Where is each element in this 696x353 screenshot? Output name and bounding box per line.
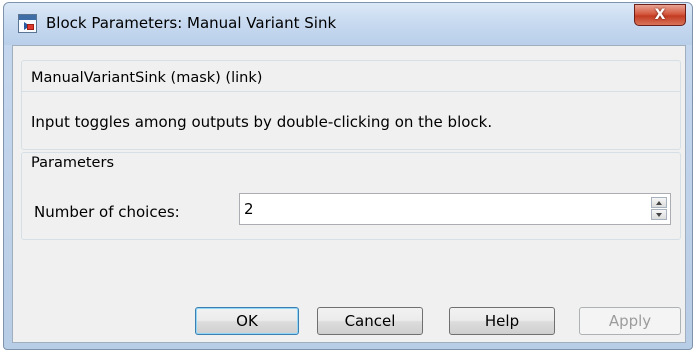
close-button[interactable]: X: [634, 4, 686, 26]
ok-button[interactable]: OK: [195, 307, 299, 335]
spin-down-button[interactable]: [651, 209, 667, 220]
mask-description-group: ManualVariantSink (mask) (link) Input to…: [21, 60, 681, 150]
help-button[interactable]: Help: [449, 307, 555, 335]
number-of-choices-spinner[interactable]: [651, 197, 667, 221]
apply-button[interactable]: Apply: [579, 307, 681, 335]
number-of-choices-input[interactable]: [244, 199, 624, 219]
title-bar[interactable]: Block Parameters: Manual Variant Sink X: [4, 3, 692, 45]
parameters-group: Parameters Number of choices:: [21, 152, 681, 240]
mask-description: Input toggles among outputs by double-cl…: [31, 113, 493, 131]
block-parameters-dialog: Block Parameters: Manual Variant Sink X …: [3, 2, 693, 350]
number-of-choices-label: Number of choices:: [34, 203, 180, 221]
close-icon: X: [654, 7, 666, 23]
window-title: Block Parameters: Manual Variant Sink: [46, 14, 337, 32]
simulink-block-icon: [18, 14, 37, 33]
dialog-body: ManualVariantSink (mask) (link) Input to…: [12, 45, 686, 343]
parameters-title: Parameters: [31, 155, 114, 171]
cancel-button[interactable]: Cancel: [317, 307, 423, 335]
chevron-up-icon: [656, 201, 662, 205]
group-divider: [22, 91, 680, 92]
spin-up-button[interactable]: [651, 197, 667, 208]
number-of-choices-field[interactable]: [239, 193, 671, 225]
mask-title: ManualVariantSink (mask) (link): [31, 70, 263, 86]
chevron-down-icon: [656, 213, 662, 217]
